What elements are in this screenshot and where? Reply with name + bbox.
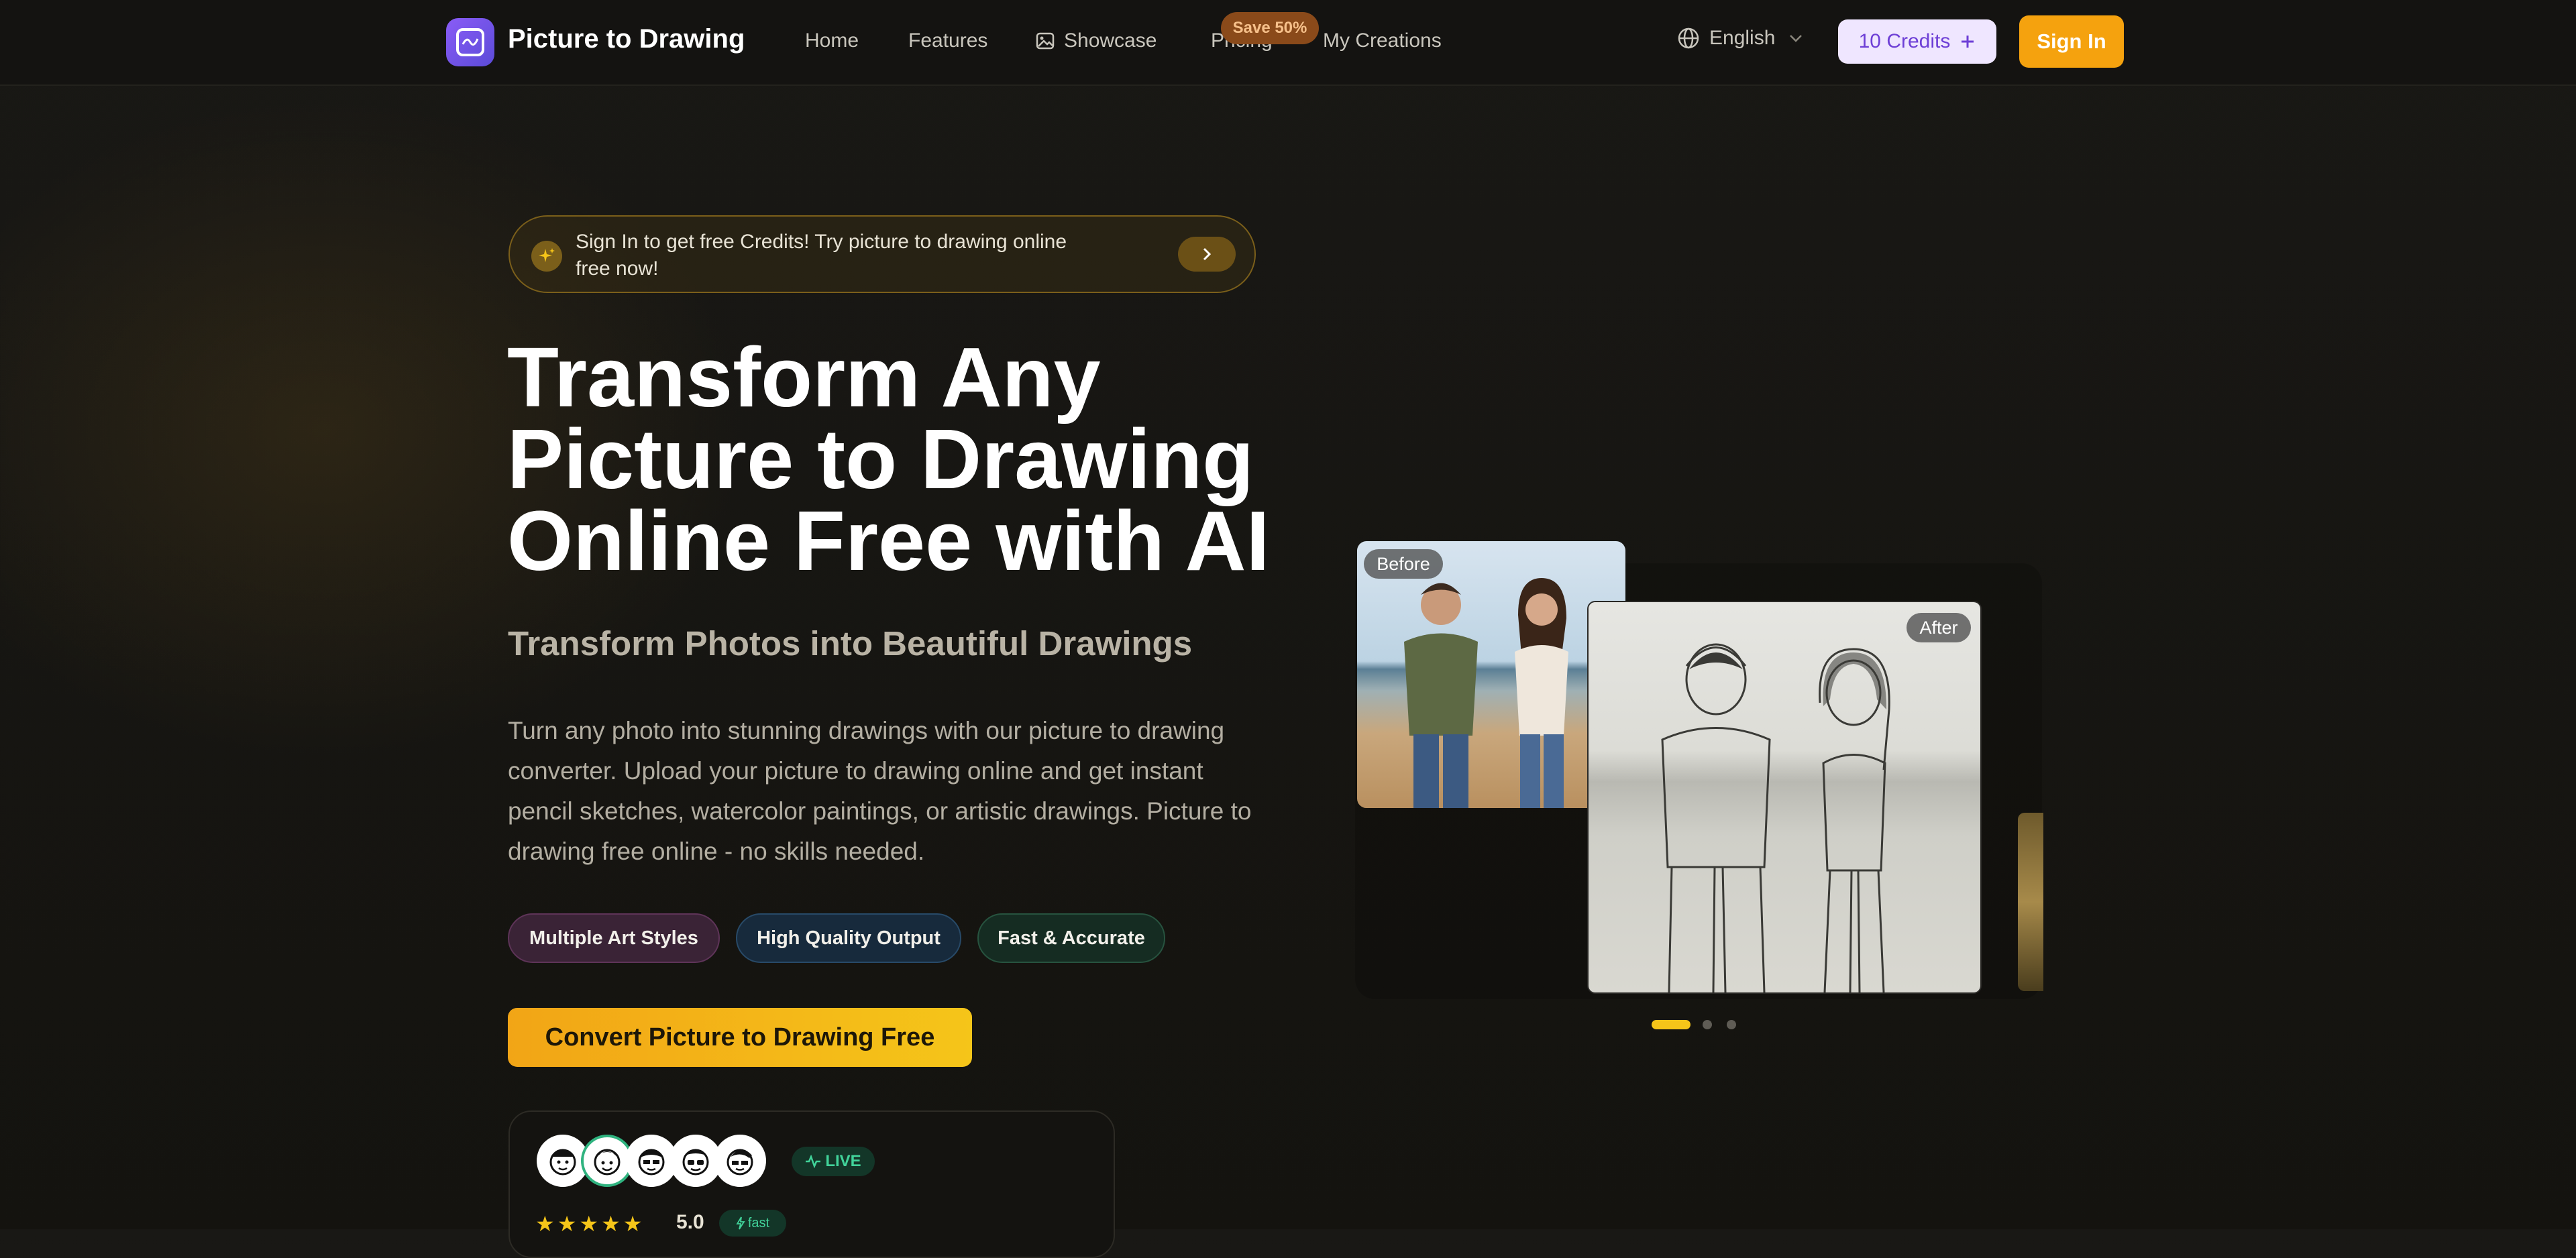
live-label: LIVE (825, 1152, 861, 1170)
hero-title-line-1: Transform Any (507, 330, 1101, 424)
hero-title-line-2: Picture to Drawing (507, 412, 1254, 506)
convert-cta-button[interactable]: Convert Picture to Drawing Free (508, 1008, 972, 1067)
after-tag: After (1907, 613, 1971, 642)
activity-icon (806, 1155, 821, 1168)
promo-text: Sign In to get free Credits! Try picture… (576, 231, 1067, 280)
live-badge: LIVE (792, 1147, 875, 1176)
hero-title-line-3: Online Free with AI (507, 494, 1270, 588)
top-navigation-bar: Picture to Drawing Home Features Showcas… (0, 0, 2576, 86)
app-logo-icon[interactable] (446, 18, 494, 66)
promo-arrow-button[interactable] (1178, 237, 1236, 272)
nav-showcase[interactable]: Showcase (1036, 30, 1157, 52)
globe-icon (1678, 27, 1699, 49)
credits-label: 10 Credits (1858, 30, 1951, 52)
pricing-discount-badge: Save 50% (1221, 12, 1319, 44)
fast-badge: fast (719, 1210, 786, 1237)
nav-showcase-label: Showcase (1064, 30, 1157, 52)
promo-banner[interactable]: Sign In to get free Credits! Try picture… (508, 215, 1256, 293)
nav-home[interactable]: Home (805, 30, 859, 52)
before-image: Before (1357, 541, 1625, 808)
before-tag: Before (1364, 549, 1443, 579)
chevron-down-icon (1790, 35, 1803, 42)
nav-features[interactable]: Features (908, 30, 987, 52)
social-proof-card: LIVE ★★★★★ 5.0 fast (508, 1110, 1115, 1258)
carousel-dot-3[interactable] (1727, 1020, 1736, 1029)
feature-pill-quality: High Quality Output (736, 913, 961, 963)
fast-label: fast (747, 1215, 770, 1231)
brand-name[interactable]: Picture to Drawing (508, 24, 745, 54)
plus-icon (1962, 36, 1974, 48)
credits-button[interactable]: 10 Credits (1838, 19, 1996, 64)
sign-in-button[interactable]: Sign In (2019, 15, 2124, 68)
carousel-dot-1[interactable] (1652, 1020, 1690, 1029)
chevron-right-icon (1203, 247, 1212, 261)
carousel-dot-2[interactable] (1703, 1020, 1712, 1029)
hero-title: Transform Any Picture to Drawing Online … (507, 335, 1312, 583)
language-selector[interactable]: English (1677, 27, 1803, 50)
sparkle-icon (531, 241, 562, 272)
face-icon (594, 1149, 621, 1176)
next-slide-preview[interactable] (2018, 813, 2043, 991)
avatar (714, 1135, 766, 1187)
image-icon (1036, 32, 1055, 50)
rating-stars: ★★★★★ (535, 1212, 645, 1236)
nav-my-creations[interactable]: My Creations (1323, 30, 1442, 52)
face-icon (682, 1149, 709, 1176)
face-icon (549, 1149, 576, 1176)
feature-pill-art-styles: Multiple Art Styles (508, 913, 720, 963)
after-sketch-image: After (1589, 602, 1980, 992)
lightning-icon (736, 1216, 745, 1230)
hero-description: Turn any photo into stunning drawings wi… (508, 717, 1252, 865)
language-label: English (1709, 27, 1776, 49)
feature-pill-fast: Fast & Accurate (977, 913, 1165, 963)
face-icon (727, 1149, 753, 1176)
face-icon (638, 1149, 665, 1176)
hero-subtitle: Transform Photos into Beautiful Drawings (508, 624, 1193, 663)
rating-value: 5.0 (676, 1211, 704, 1233)
